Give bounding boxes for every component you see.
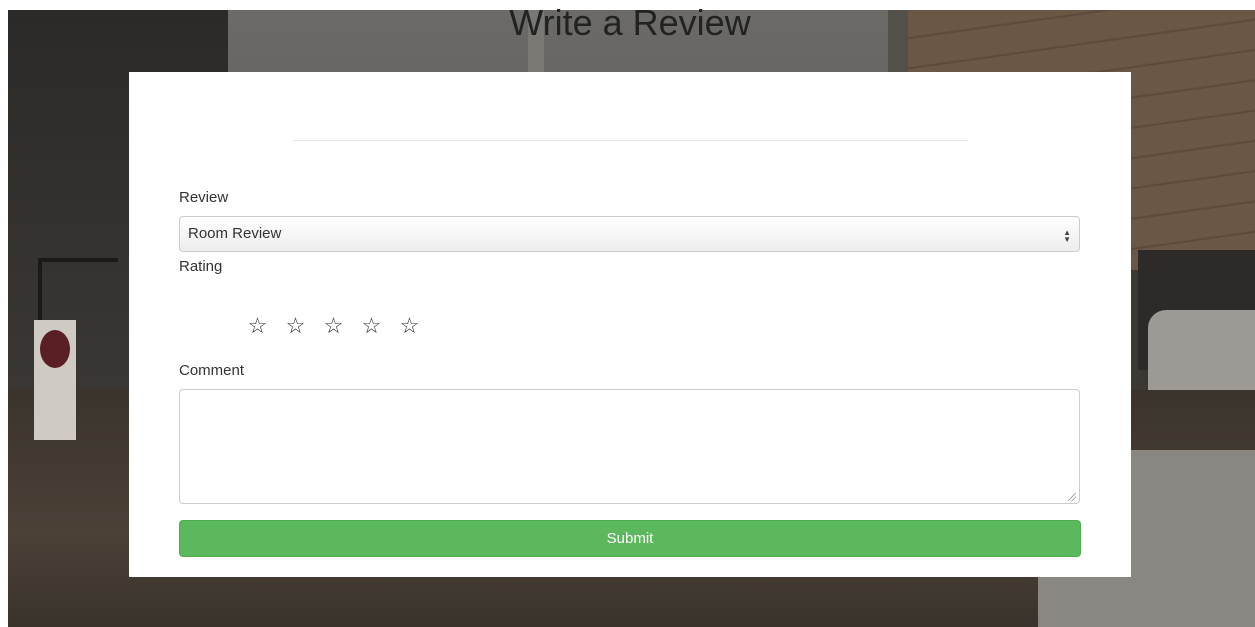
star-icon[interactable]: ☆: [322, 312, 345, 340]
title-divider: [293, 140, 968, 141]
star-icon[interactable]: ☆: [360, 312, 383, 340]
star-icon[interactable]: ☆: [246, 312, 269, 340]
select-arrows-icon: ▲ ▼: [1063, 228, 1071, 244]
page-title: Write a Review: [509, 2, 751, 43]
bg-lamp-arm: [38, 258, 118, 262]
submit-button[interactable]: Submit: [179, 520, 1081, 557]
star-icon[interactable]: ☆: [398, 312, 421, 340]
rating-label: Rating: [179, 258, 223, 275]
review-type-selected: Room Review: [188, 225, 282, 242]
bg-flowers: [40, 330, 70, 368]
review-label: Review: [179, 189, 229, 206]
comment-textarea[interactable]: [179, 389, 1080, 504]
resize-handle-icon[interactable]: [1068, 493, 1076, 501]
review-type-select[interactable]: Room Review ▲ ▼: [179, 216, 1080, 252]
review-card: Write a Review Review Room Review ▲ ▼ Rat…: [129, 2, 1131, 577]
star-rating: ☆ ☆ ☆ ☆ ☆: [246, 312, 421, 340]
star-icon[interactable]: ☆: [284, 312, 307, 340]
comment-label: Comment: [179, 362, 245, 379]
